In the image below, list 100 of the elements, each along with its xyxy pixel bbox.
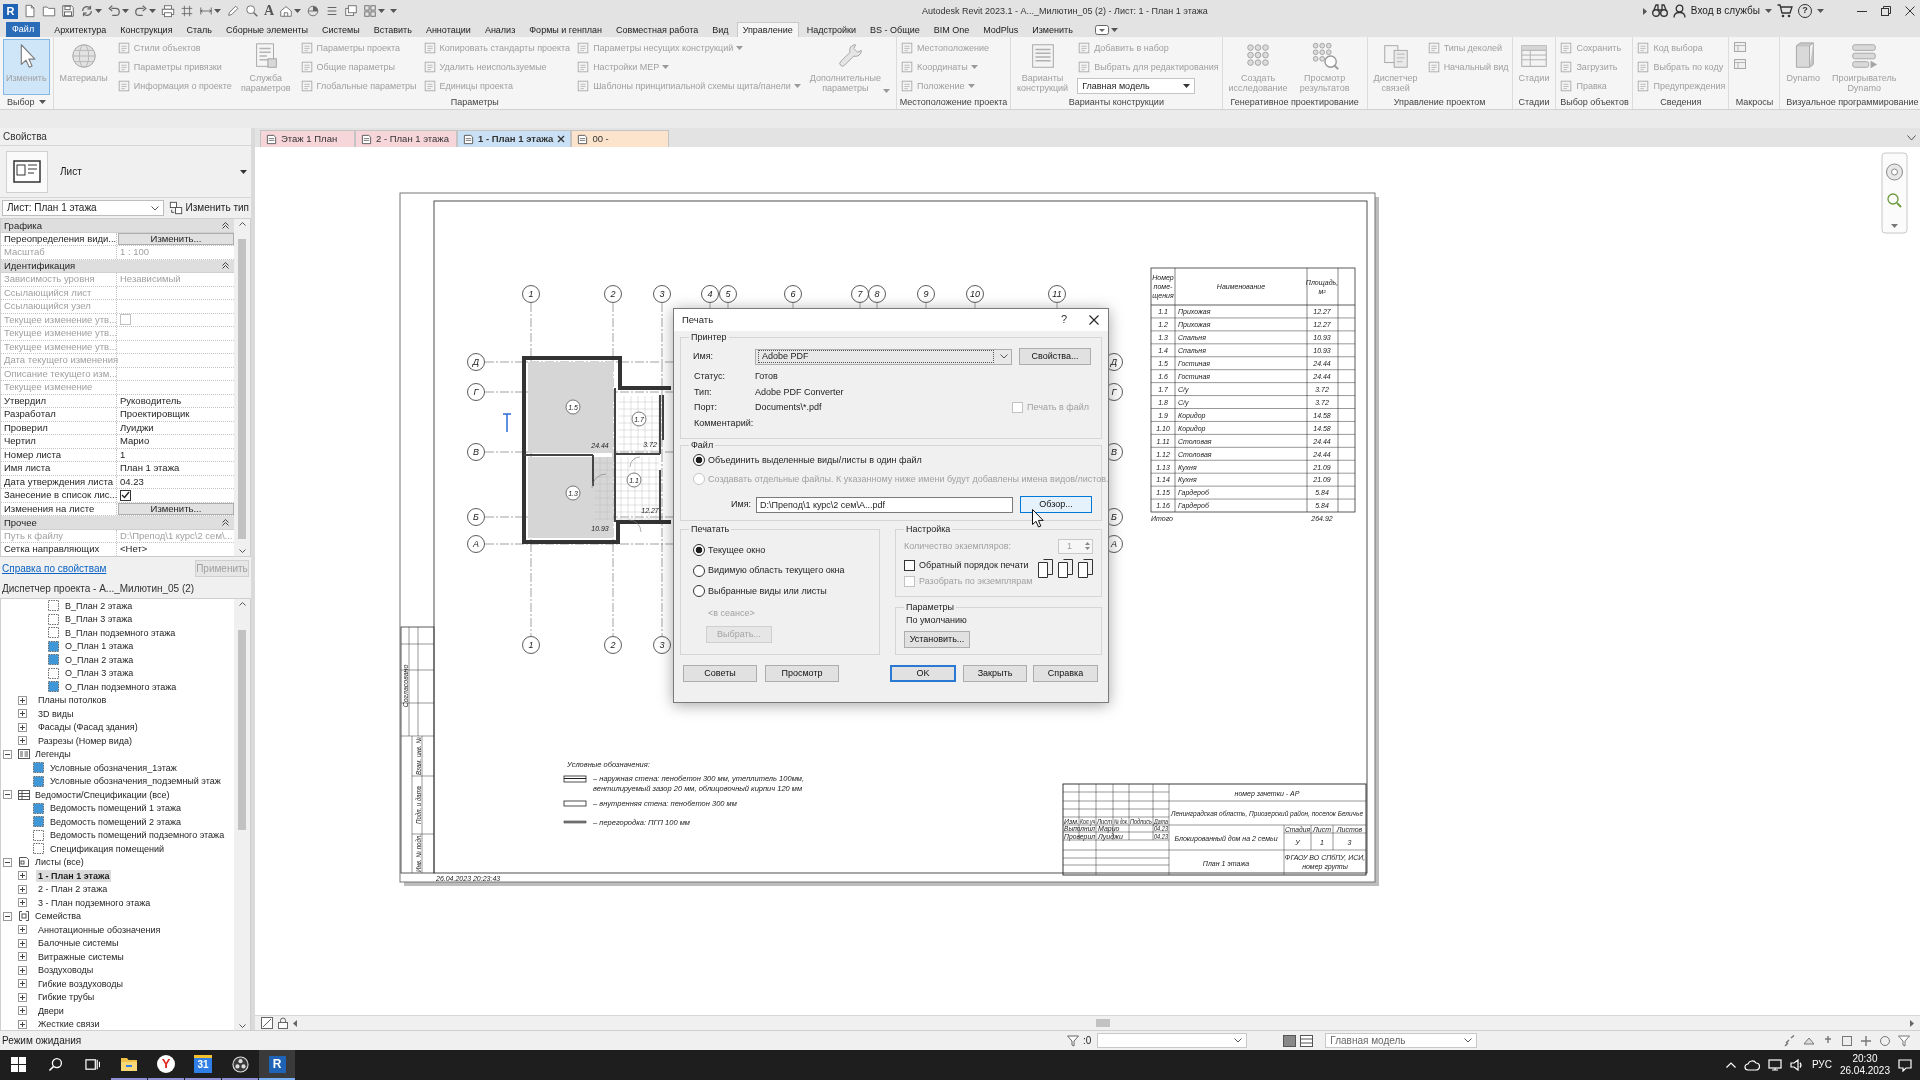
scroll-up-icon[interactable] [238, 602, 246, 606]
app-logo[interactable]: R [3, 3, 18, 19]
property-value[interactable]: План 1 этажа [120, 462, 180, 475]
tree-item[interactable]: О_План 3 этажа [63, 667, 136, 680]
taskbar-button[interactable]: Y [148, 1050, 184, 1080]
help-link[interactable]: Справка по свойствам [2, 562, 107, 575]
list-icon[interactable] [1300, 1034, 1314, 1047]
edit-button[interactable]: Изменить... [118, 502, 234, 515]
tree-item[interactable]: Ведомость помещений подземного этажа [48, 829, 227, 842]
redo-icon[interactable] [134, 4, 148, 18]
view-tab[interactable]: 00 - [571, 130, 670, 147]
chevron-icon[interactable] [1464, 1038, 1473, 1043]
radio-label[interactable]: Видимую область текущего окна [708, 565, 845, 577]
text-tool-button[interactable]: A [264, 3, 275, 19]
grid-icon[interactable] [180, 4, 194, 18]
scroll-left-icon[interactable] [293, 1019, 297, 1027]
diagonal-line-icon[interactable] [1784, 1034, 1796, 1047]
wheel-icon[interactable] [1886, 163, 1903, 181]
pie-icon[interactable] [306, 4, 321, 18]
folder-icon[interactable] [42, 4, 56, 18]
caret-icon[interactable] [214, 9, 221, 13]
tree-item[interactable]: Ведомость помещений 2 этажа [48, 815, 183, 828]
scroll-down-icon[interactable] [238, 549, 246, 553]
scroll-right-icon[interactable] [1910, 1019, 1914, 1027]
tree-item[interactable]: 1 - План 1 этажа [36, 869, 112, 882]
caret-icon[interactable] [240, 169, 247, 174]
collapse-icon[interactable] [3, 857, 12, 867]
printer-dropdown[interactable]: Adobe PDF [755, 348, 1012, 365]
expand-icon[interactable] [18, 938, 27, 948]
expand-icon[interactable] [18, 884, 27, 894]
tree-item[interactable]: Аннотационные обозначения [36, 923, 163, 936]
caret-icon[interactable] [122, 9, 129, 13]
expand-icon[interactable] [18, 1019, 27, 1029]
properties-button[interactable]: Свойства... [1019, 348, 1091, 365]
category-header[interactable]: Прочее [1, 516, 234, 530]
expand-icon[interactable] [18, 871, 27, 881]
filter-icon[interactable] [1898, 1034, 1910, 1047]
dialog-button[interactable]: Просмотр [765, 665, 839, 682]
chevron-icon[interactable] [150, 205, 159, 211]
notification-icon[interactable] [1898, 1058, 1912, 1072]
tree-item[interactable]: Разрезы (Номер вида) [36, 734, 134, 747]
tree-item[interactable]: Витражные системы [36, 950, 126, 963]
caret-icon[interactable] [95, 9, 102, 13]
scroll-down-icon[interactable] [238, 1024, 246, 1028]
zoom-icon[interactable] [1887, 193, 1902, 208]
dialog-button[interactable]: OK [890, 665, 956, 682]
dialog-button[interactable]: Закрыть [963, 665, 1027, 682]
arrow-right-icon[interactable] [1642, 7, 1647, 15]
property-value[interactable]: 04.23 [120, 475, 144, 488]
chevron-icon[interactable] [1000, 354, 1008, 359]
checkbox[interactable] [904, 559, 915, 571]
expand-icon[interactable] [18, 925, 27, 935]
tree-item[interactable]: Двери [36, 1004, 66, 1017]
collapse-icon[interactable] [3, 911, 12, 921]
setup-button[interactable]: Установить... [904, 631, 970, 648]
binoculars-icon[interactable] [1651, 4, 1668, 18]
filter-icon[interactable] [1067, 1034, 1079, 1047]
tree-item[interactable]: Жесткие связи [36, 1018, 102, 1031]
panel-toggle-icon[interactable] [1094, 24, 1109, 35]
chevron-icon[interactable] [1234, 1038, 1243, 1043]
checkbox-label[interactable]: Обратный порядок печати [919, 559, 1029, 571]
scrollbar-thumb[interactable] [238, 238, 246, 539]
radio-label[interactable]: Выбранные виды или листы [708, 585, 827, 597]
caret-icon[interactable] [1183, 84, 1191, 88]
tree-item[interactable]: В_План 3 этажа [63, 613, 135, 626]
speaker-icon[interactable] [1789, 1059, 1804, 1071]
caret-icon[interactable] [1110, 27, 1118, 32]
close-icon[interactable] [557, 135, 566, 143]
tree-item[interactable]: 2 - План 2 этажа [36, 883, 110, 896]
tree-item[interactable]: Семейства [33, 910, 84, 923]
close-icon[interactable] [1905, 6, 1915, 16]
radio-button[interactable] [693, 454, 705, 466]
tree-item[interactable]: Гибкие воздуховоды [36, 977, 125, 990]
edit-type-button[interactable]: Изменить тип [168, 201, 249, 215]
tree-item[interactable]: В_План подземного этажа [63, 626, 178, 639]
property-value[interactable]: 1 [120, 448, 126, 461]
instance-dropdown[interactable]: Лист: План 1 этажа [2, 200, 164, 216]
monitor-icon[interactable] [1767, 1059, 1782, 1071]
circle-icon[interactable] [1879, 1034, 1891, 1047]
view-tab[interactable]: Этаж 1 План [260, 130, 355, 147]
file-name-field[interactable]: D:\Препод\1 курс\2 сем\А...pdf [756, 496, 1013, 513]
caret-icon[interactable] [1765, 9, 1772, 13]
browse-button[interactable]: Обзор... [1020, 496, 1092, 513]
tree-item[interactable]: Гибкие трубы [36, 991, 97, 1004]
collapse-icon[interactable] [3, 790, 12, 800]
radio-label[interactable]: Объединить выделенные виды/листы в один файл [708, 454, 922, 466]
cloud-icon[interactable] [1743, 1059, 1760, 1071]
category-header[interactable]: Графика [1, 219, 234, 233]
tree-item[interactable]: Условные обозначения_подземный этаж [48, 775, 223, 788]
type-selector[interactable]: Лист [0, 145, 251, 198]
tree-item[interactable]: О_План 2 этажа [63, 653, 136, 666]
tree-item[interactable]: Воздуховоды [36, 964, 96, 977]
close-icon[interactable] [1089, 315, 1099, 325]
dialog-button[interactable]: Советы [683, 665, 757, 682]
view-tab[interactable]: 1 - План 1 этажа [457, 130, 572, 147]
expand-icon[interactable] [18, 979, 27, 989]
expand-icon[interactable] [18, 1006, 27, 1016]
tree-item[interactable]: Балочные системы [36, 937, 121, 950]
scrollbar-thumb[interactable] [1096, 1019, 1110, 1027]
expand-icon[interactable] [18, 965, 27, 975]
